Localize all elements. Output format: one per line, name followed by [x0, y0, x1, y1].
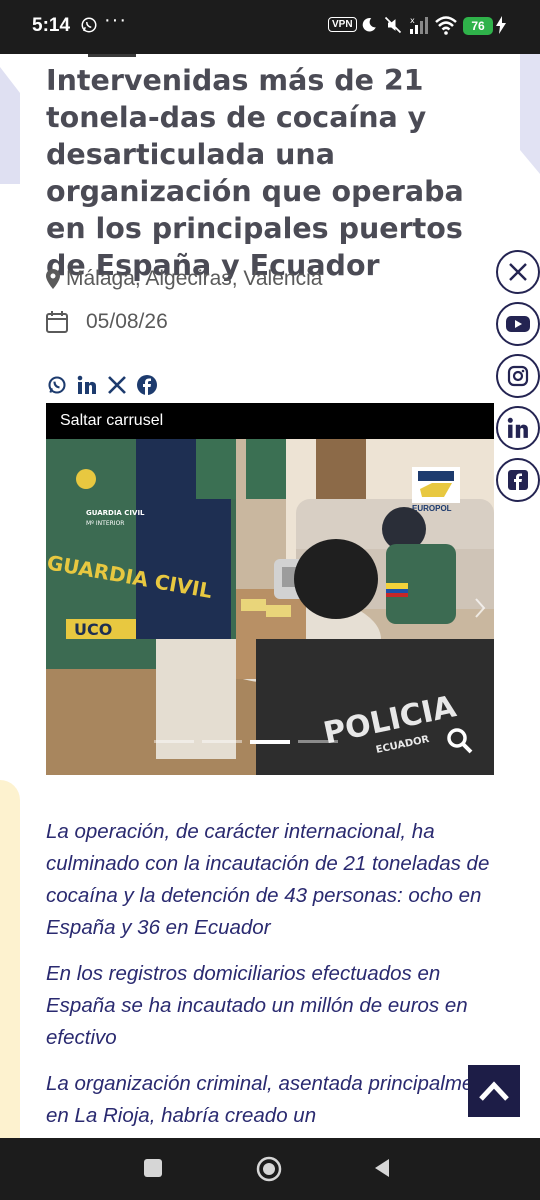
carousel-dot[interactable] — [154, 740, 194, 743]
decorative-shape — [520, 54, 540, 174]
calendar-icon — [46, 311, 68, 333]
skip-carousel-link[interactable]: Saltar carrusel — [46, 403, 494, 439]
linkedin-icon[interactable] — [76, 374, 98, 396]
article-highlights: La operación, de carácter internacional,… — [46, 816, 502, 1146]
interior-badge-text: Mº INTERIOR — [86, 520, 124, 527]
battery-indicator: 76 — [463, 17, 493, 35]
linkedin-icon[interactable] — [496, 406, 540, 450]
share-bar — [46, 374, 158, 396]
carousel-indicators — [154, 740, 338, 744]
facebook-icon[interactable] — [136, 374, 158, 396]
highlight-paragraph: La operación, de carácter internacional,… — [46, 820, 490, 939]
uco-patch-text: UCO — [74, 620, 112, 639]
article-title: Intervenidas más de 21 tonela-das de coc… — [46, 64, 464, 282]
carousel-dot-active[interactable] — [250, 740, 290, 744]
whatsapp-notification-icon — [80, 16, 98, 39]
article-date: 05/08/26 — [46, 310, 168, 334]
location-pin-icon — [46, 269, 60, 289]
vpn-badge: VPN — [328, 17, 357, 32]
back-to-top-button[interactable] — [468, 1065, 520, 1117]
image-carousel[interactable]: EUROPOL POLICIA ECUADOR GUARDIA CIVIL Mº… — [46, 439, 494, 775]
zoom-search-icon[interactable] — [446, 727, 474, 755]
recent-apps-button[interactable] — [143, 1158, 163, 1183]
wifi-icon — [434, 15, 458, 40]
status-bar: 5:14 ··· VPN x 76 — [0, 0, 540, 54]
charging-bolt-icon — [496, 16, 506, 39]
facebook-icon[interactable] — [496, 458, 540, 502]
system-navigation-bar — [0, 1138, 540, 1200]
x-icon[interactable] — [106, 374, 128, 396]
carousel-dot[interactable] — [298, 740, 338, 743]
home-button[interactable] — [256, 1156, 282, 1187]
date-text: 05/08/26 — [86, 310, 168, 333]
signal-icon: x — [408, 15, 430, 40]
carousel-next-arrow[interactable] — [474, 597, 486, 619]
status-time: 5:14 — [32, 15, 71, 36]
highlight-paragraph: La organización criminal, asentada princ… — [46, 1072, 502, 1127]
more-notifications-icon: ··· — [104, 9, 127, 31]
guardia-civil-badge-text: GUARDIA CIVIL — [86, 509, 145, 517]
decorative-shape — [0, 780, 20, 1140]
header-underline — [88, 54, 136, 57]
highlight-paragraph: En los registros domiciliarios efectuado… — [46, 962, 468, 1049]
europol-logo-text: EUROPOL — [412, 504, 452, 513]
article-location: Málaga, Algeciras, Valencia — [46, 267, 322, 291]
youtube-icon[interactable] — [496, 302, 540, 346]
chevron-up-icon — [479, 1081, 509, 1101]
carousel-dot[interactable] — [202, 740, 242, 743]
instagram-icon[interactable] — [496, 354, 540, 398]
dnd-moon-icon — [360, 15, 378, 40]
decorative-shape — [0, 67, 20, 184]
social-rail — [496, 250, 540, 502]
svg-text:x: x — [410, 16, 415, 25]
back-button[interactable] — [372, 1158, 392, 1183]
location-text: Málaga, Algeciras, Valencia — [66, 267, 323, 290]
x-icon[interactable] — [496, 250, 540, 294]
mute-icon — [383, 15, 403, 40]
whatsapp-icon[interactable] — [46, 374, 68, 396]
carousel-photo: EUROPOL POLICIA ECUADOR GUARDIA CIVIL Mº… — [46, 439, 494, 775]
